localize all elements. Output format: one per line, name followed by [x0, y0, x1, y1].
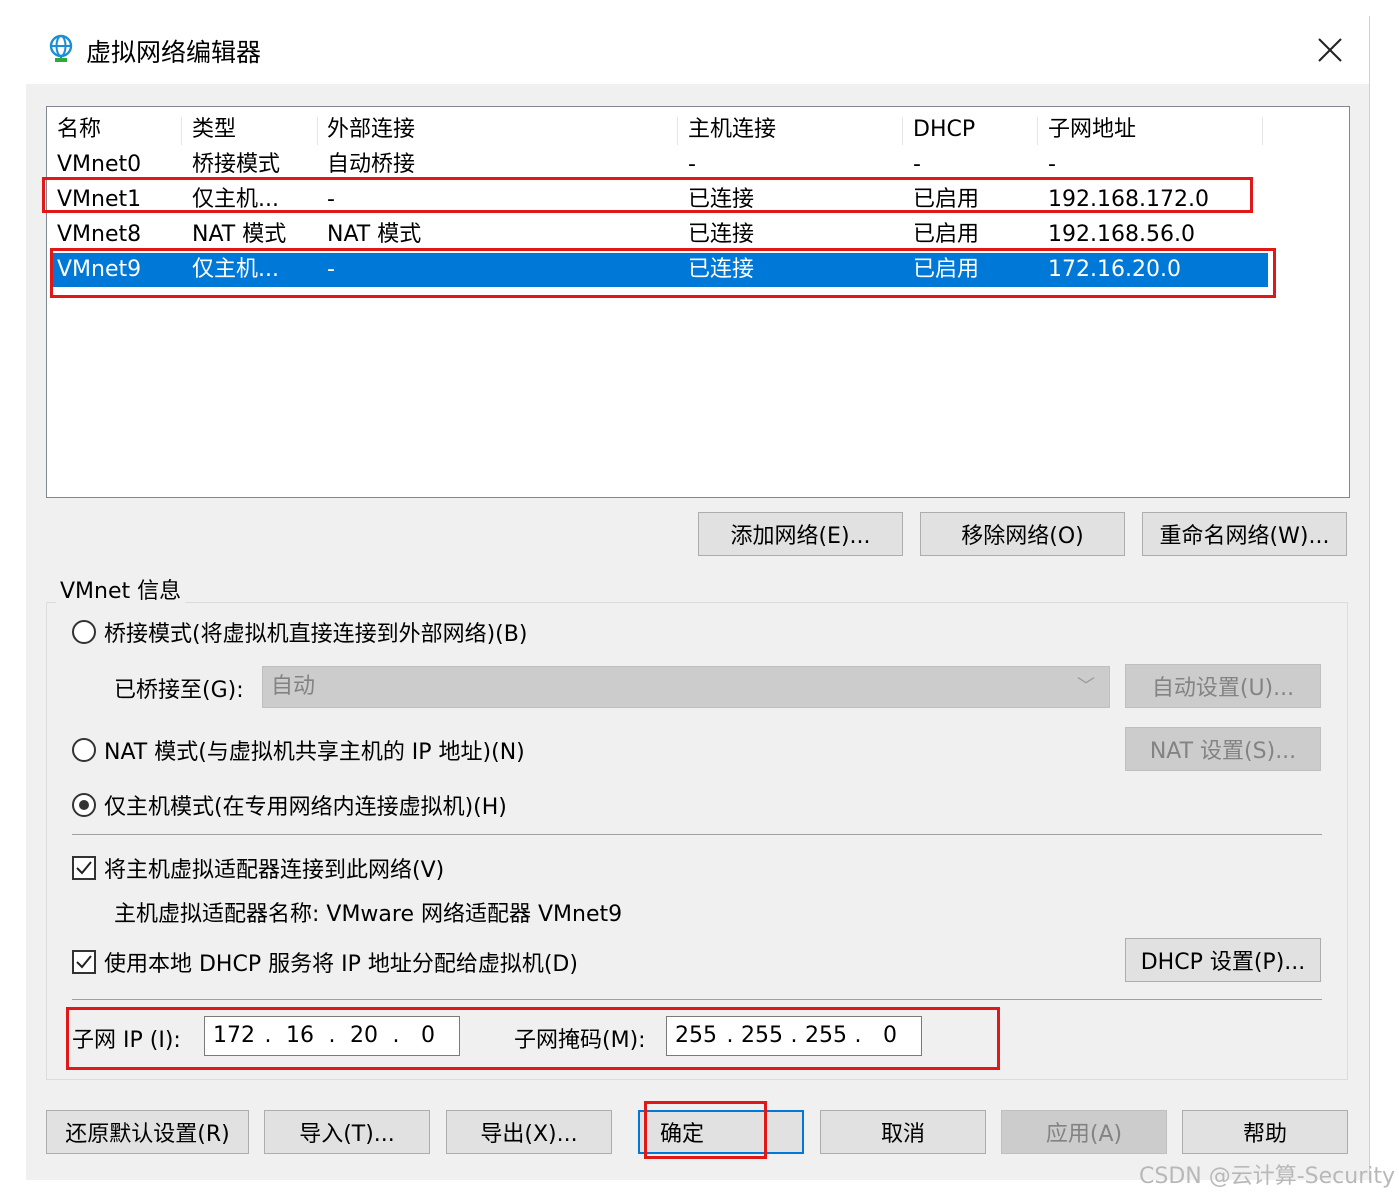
- ip-octet[interactable]: 20: [337, 1017, 391, 1055]
- column-header-type[interactable]: 类型: [192, 113, 236, 147]
- restore-defaults-button[interactable]: 还原默认设置(R): [46, 1110, 249, 1154]
- cell-name: VMnet1: [57, 187, 142, 212]
- connect-adapter-label: 将主机虚拟适配器连接到此网络(V): [104, 858, 445, 883]
- cell-external: -: [327, 257, 335, 282]
- nat-settings-button[interactable]: NAT 设置(S)...: [1125, 727, 1321, 771]
- close-button[interactable]: [1301, 26, 1359, 74]
- chevron-down-icon: ﹀: [1077, 676, 1095, 697]
- column-header-subnet[interactable]: 子网地址: [1048, 113, 1136, 147]
- window-title: 虚拟网络编辑器: [86, 38, 262, 67]
- bridged-to-label: 已桥接至(G):: [114, 678, 244, 703]
- cell-host: 已连接: [688, 222, 755, 247]
- cell-host: -: [688, 152, 696, 177]
- mask-octet[interactable]: 255: [799, 1017, 853, 1055]
- ip-octet[interactable]: 16: [273, 1017, 327, 1055]
- watermark-text: CSDN @云计算-Security: [1139, 1164, 1395, 1189]
- divider: [72, 999, 1322, 1000]
- cell-dhcp: 已启用: [913, 257, 980, 282]
- cell-subnet: 192.168.56.0: [1048, 222, 1195, 247]
- cell-name: VMnet9: [57, 257, 142, 282]
- globe-network-icon: [49, 34, 73, 62]
- list-row-vmnet1[interactable]: VMnet1 仅主机... - 已连接 已启用 192.168.172.0: [47, 183, 1349, 217]
- cell-host: 已连接: [688, 187, 755, 212]
- connect-adapter-checkbox[interactable]: 将主机虚拟适配器连接到此网络(V): [72, 852, 444, 884]
- radio-circle-icon: [72, 620, 96, 644]
- apply-button[interactable]: 应用(A): [1001, 1110, 1167, 1154]
- nat-mode-label: NAT 模式(与虚拟机共享主机的 IP 地址)(N): [104, 740, 525, 765]
- divider: [72, 834, 1322, 835]
- virtual-network-editor-window: 虚拟网络编辑器 名称 类型 外部连接 主机连接 DHCP 子网地址 VMnet0…: [26, 16, 1370, 1180]
- bridged-to-value: 自动: [271, 674, 316, 699]
- mask-octet[interactable]: 255: [667, 1017, 725, 1055]
- ip-octet[interactable]: 0: [401, 1017, 455, 1055]
- help-button[interactable]: 帮助: [1182, 1110, 1348, 1154]
- cell-external: NAT 模式: [327, 222, 422, 247]
- column-header-host[interactable]: 主机连接: [688, 113, 776, 147]
- dhcp-settings-button[interactable]: DHCP 设置(P)...: [1125, 938, 1321, 982]
- network-list[interactable]: 名称 类型 外部连接 主机连接 DHCP 子网地址 VMnet0 桥接模式 自动…: [46, 106, 1350, 498]
- auto-settings-button[interactable]: 自动设置(U)...: [1125, 664, 1321, 708]
- remove-network-button[interactable]: 移除网络(O): [920, 512, 1125, 556]
- cell-type: 仅主机...: [192, 187, 279, 212]
- bridged-mode-radio[interactable]: 桥接模式(将虚拟机直接连接到外部网络)(B): [72, 616, 527, 648]
- ok-button[interactable]: 确定: [638, 1110, 804, 1154]
- ok-button-label: 确定: [659, 1122, 704, 1147]
- rename-network-button[interactable]: 重命名网络(W)...: [1142, 512, 1347, 556]
- adapter-name-text: 主机虚拟适配器名称: VMware 网络适配器 VMnet9: [114, 902, 623, 927]
- cancel-button[interactable]: 取消: [820, 1110, 986, 1154]
- checkbox-checked-icon: [72, 856, 96, 880]
- cell-host: 已连接: [688, 257, 755, 282]
- subnet-mask-field[interactable]: 255 . 255 . 255 . 0: [666, 1016, 922, 1056]
- list-row-vmnet9[interactable]: VMnet9 仅主机... - 已连接 已启用 172.16.20.0: [53, 253, 1268, 287]
- radio-circle-icon: [72, 738, 96, 762]
- cell-name: VMnet8: [57, 222, 142, 247]
- bridged-to-select[interactable]: 自动 ﹀: [262, 666, 1110, 708]
- host-only-mode-radio[interactable]: 仅主机模式(在专用网络内连接虚拟机)(H): [72, 789, 507, 821]
- vmnet-info-label: VMnet 信息: [56, 573, 186, 605]
- cell-dhcp: 已启用: [913, 222, 980, 247]
- bridged-mode-label: 桥接模式(将虚拟机直接连接到外部网络)(B): [104, 622, 528, 647]
- subnet-mask-label: 子网掩码(M):: [514, 1028, 646, 1053]
- dhcp-label: 使用本地 DHCP 服务将 IP 地址分配给虚拟机(D): [104, 952, 578, 977]
- cell-type: NAT 模式: [192, 222, 287, 247]
- subnet-ip-field[interactable]: 172 . 16 . 20 . 0: [204, 1016, 460, 1056]
- cell-subnet: -: [1048, 152, 1056, 177]
- ip-octet[interactable]: 172: [205, 1017, 263, 1055]
- cell-dhcp: 已启用: [913, 187, 980, 212]
- checkbox-checked-icon: [72, 950, 96, 974]
- cell-external: -: [327, 187, 335, 212]
- list-header: 名称 类型 外部连接 主机连接 DHCP 子网地址: [47, 113, 1349, 147]
- cell-subnet: 192.168.172.0: [1048, 187, 1209, 212]
- cell-type: 桥接模式: [192, 152, 281, 177]
- nat-mode-radio[interactable]: NAT 模式(与虚拟机共享主机的 IP 地址)(N): [72, 734, 525, 766]
- column-header-dhcp[interactable]: DHCP: [913, 113, 975, 147]
- cell-type: 仅主机...: [192, 257, 279, 282]
- cell-name: VMnet0: [57, 152, 142, 177]
- subnet-ip-label: 子网 IP (I):: [72, 1028, 181, 1053]
- mask-octet[interactable]: 255: [735, 1017, 789, 1055]
- list-row-vmnet0[interactable]: VMnet0 桥接模式 自动桥接 - - -: [47, 148, 1349, 182]
- cell-subnet: 172.16.20.0: [1048, 257, 1181, 282]
- add-network-button[interactable]: 添加网络(E)...: [698, 512, 903, 556]
- host-only-mode-label: 仅主机模式(在专用网络内连接虚拟机)(H): [104, 795, 507, 820]
- close-x-icon: [1318, 38, 1342, 62]
- import-button[interactable]: 导入(T)...: [264, 1110, 430, 1154]
- list-row-vmnet8[interactable]: VMnet8 NAT 模式 NAT 模式 已连接 已启用 192.168.56.…: [47, 218, 1349, 252]
- export-button[interactable]: 导出(X)...: [446, 1110, 612, 1154]
- column-header-name[interactable]: 名称: [57, 113, 101, 147]
- mask-octet[interactable]: 0: [863, 1017, 917, 1055]
- title-bar: 虚拟网络编辑器: [26, 16, 1369, 84]
- radio-checked-icon: [72, 793, 96, 817]
- cell-dhcp: -: [913, 152, 921, 177]
- dhcp-checkbox[interactable]: 使用本地 DHCP 服务将 IP 地址分配给虚拟机(D): [72, 946, 578, 978]
- column-header-external[interactable]: 外部连接: [327, 113, 415, 147]
- cell-external: 自动桥接: [327, 152, 416, 177]
